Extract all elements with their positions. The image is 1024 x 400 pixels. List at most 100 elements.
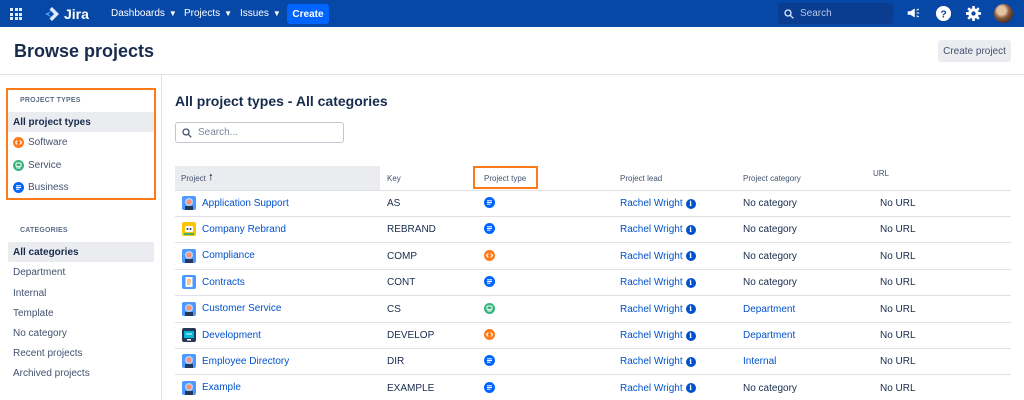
project-avatar bbox=[182, 380, 196, 395]
column-header-key[interactable]: Key bbox=[387, 166, 401, 190]
help-icon[interactable]: ? bbox=[934, 4, 952, 22]
project-lead-link[interactable]: Rachel Wright i bbox=[620, 251, 696, 262]
business-type-icon bbox=[484, 355, 495, 367]
project-name: Employee Directory bbox=[202, 355, 290, 367]
project-category[interactable]: Department bbox=[743, 330, 795, 341]
sort-ascending-icon: 🠕 bbox=[208, 172, 213, 182]
project-name: Compliance bbox=[202, 250, 255, 262]
sidebar-item-business[interactable]: Business bbox=[8, 177, 154, 197]
sidebar-item-service[interactable]: Service bbox=[8, 155, 154, 175]
sidebar-item-archived-projects[interactable]: Archived projects bbox=[8, 363, 154, 383]
create-button[interactable]: Create bbox=[287, 4, 329, 24]
info-icon[interactable]: i bbox=[685, 198, 696, 209]
project-url: No URL bbox=[880, 382, 916, 394]
main-title: All project types - All categories bbox=[175, 93, 388, 109]
column-header-project-category[interactable]: Project category bbox=[743, 166, 801, 190]
sidebar-divider bbox=[161, 75, 162, 400]
column-header-project-lead[interactable]: Project lead bbox=[620, 166, 662, 190]
project-link[interactable]: Employee Directory bbox=[182, 354, 290, 369]
business-type-icon bbox=[484, 381, 495, 393]
app-switcher-icon[interactable] bbox=[10, 8, 22, 20]
project-lead-link[interactable]: Rachel Wright i bbox=[620, 356, 696, 367]
project-lead-link[interactable]: Rachel Wright i bbox=[620, 383, 696, 394]
project-category[interactable]: Internal bbox=[743, 356, 776, 367]
project-link[interactable]: Company Rebrand bbox=[182, 222, 286, 237]
project-avatar bbox=[182, 248, 196, 263]
global-search-input[interactable] bbox=[800, 8, 890, 19]
sidebar-item-all-project-types[interactable]: All project types bbox=[8, 112, 154, 132]
project-category[interactable]: Department bbox=[743, 304, 795, 315]
info-icon[interactable]: i bbox=[685, 251, 696, 262]
nav-dashboards-menu[interactable]: Dashboards ▼ bbox=[111, 0, 177, 27]
project-link[interactable]: Compliance bbox=[182, 248, 255, 263]
create-project-button[interactable]: Create project bbox=[938, 40, 1011, 62]
project-link[interactable]: Application Support bbox=[182, 196, 289, 210]
categories-heading: CATEGORIES bbox=[20, 227, 68, 234]
project-url: No URL bbox=[880, 198, 916, 209]
column-header-label: Key bbox=[387, 173, 401, 183]
info-icon[interactable]: i bbox=[685, 224, 696, 235]
project-lead-name: Rachel Wright bbox=[620, 356, 683, 368]
project-key: COMP bbox=[387, 250, 417, 262]
project-lead-link[interactable]: Rachel Wright i bbox=[620, 277, 696, 288]
info-icon[interactable]: i bbox=[685, 356, 696, 367]
project-avatar bbox=[182, 354, 196, 369]
software-type-icon bbox=[13, 136, 24, 148]
sidebar-item-label: All project types bbox=[13, 116, 91, 128]
column-header-label: Project bbox=[181, 173, 206, 183]
sidebar-item-label: Template bbox=[13, 307, 54, 319]
project-name: Example bbox=[202, 382, 241, 394]
info-icon[interactable]: i bbox=[685, 330, 696, 341]
nav-dashboards-label: Dashboards bbox=[111, 8, 165, 19]
column-header-label: Project lead bbox=[620, 173, 663, 183]
service-type-icon bbox=[13, 159, 24, 171]
project-avatar bbox=[182, 222, 196, 237]
sidebar-item-template[interactable]: Template bbox=[8, 303, 154, 323]
page-title: Browse projects bbox=[14, 41, 155, 61]
sidebar-item-label: Software bbox=[28, 136, 68, 148]
settings-icon[interactable] bbox=[964, 4, 982, 22]
project-lead-link[interactable]: Rachel Wright i bbox=[620, 330, 696, 341]
project-link[interactable]: Customer Service bbox=[182, 301, 281, 316]
project-key: DIR bbox=[387, 356, 405, 368]
project-lead-link[interactable]: Rachel Wright i bbox=[620, 304, 696, 315]
project-url: No URL bbox=[880, 330, 916, 341]
jira-logo-icon bbox=[45, 7, 59, 21]
column-header-project[interactable]: Project 🠕 bbox=[175, 166, 380, 190]
sidebar-item-all-categories[interactable]: All categories bbox=[8, 242, 154, 262]
chevron-down-icon: ▼ bbox=[168, 9, 177, 18]
info-icon[interactable]: i bbox=[685, 277, 696, 288]
project-key: EXAMPLE bbox=[387, 382, 435, 394]
service-type-icon bbox=[484, 302, 495, 314]
project-types-heading: PROJECT TYPES bbox=[20, 97, 81, 104]
business-type-icon bbox=[484, 276, 495, 288]
project-lead-link[interactable]: Rachel Wright i bbox=[620, 198, 696, 209]
project-link[interactable]: Development bbox=[182, 328, 261, 342]
sidebar-item-department[interactable]: Department bbox=[8, 262, 154, 282]
project-search-input[interactable] bbox=[198, 127, 338, 138]
sidebar-item-no-category[interactable]: No category bbox=[8, 323, 154, 343]
project-search[interactable] bbox=[175, 122, 344, 143]
info-icon[interactable]: i bbox=[685, 383, 696, 394]
sidebar-item-recent-projects[interactable]: Recent projects bbox=[8, 343, 154, 363]
project-lead-link[interactable]: Rachel Wright i bbox=[620, 224, 696, 235]
jira-logo[interactable]: Jira bbox=[44, 5, 89, 23]
sidebar-item-internal[interactable]: Internal bbox=[8, 283, 154, 303]
avatar[interactable] bbox=[994, 4, 1013, 23]
project-avatar bbox=[182, 301, 196, 316]
chevron-down-icon: ▼ bbox=[272, 9, 281, 18]
nav-projects-menu[interactable]: Projects ▼ bbox=[184, 0, 232, 27]
nav-issues-menu[interactable]: Issues ▼ bbox=[240, 0, 281, 27]
global-search[interactable] bbox=[778, 3, 893, 24]
header-divider bbox=[0, 74, 1024, 75]
project-lead-name: Rachel Wright bbox=[620, 330, 683, 341]
project-link[interactable]: Contracts bbox=[182, 275, 245, 290]
column-header-url[interactable]: URL bbox=[873, 161, 889, 185]
project-key: AS bbox=[387, 198, 401, 209]
info-icon[interactable]: i bbox=[685, 304, 696, 315]
project-lead-name: Rachel Wright bbox=[620, 277, 683, 289]
project-link[interactable]: Example bbox=[182, 380, 241, 395]
megaphone-icon[interactable] bbox=[904, 4, 922, 22]
sidebar-item-software[interactable]: Software bbox=[8, 132, 154, 152]
project-lead-name: Rachel Wright bbox=[620, 198, 683, 209]
